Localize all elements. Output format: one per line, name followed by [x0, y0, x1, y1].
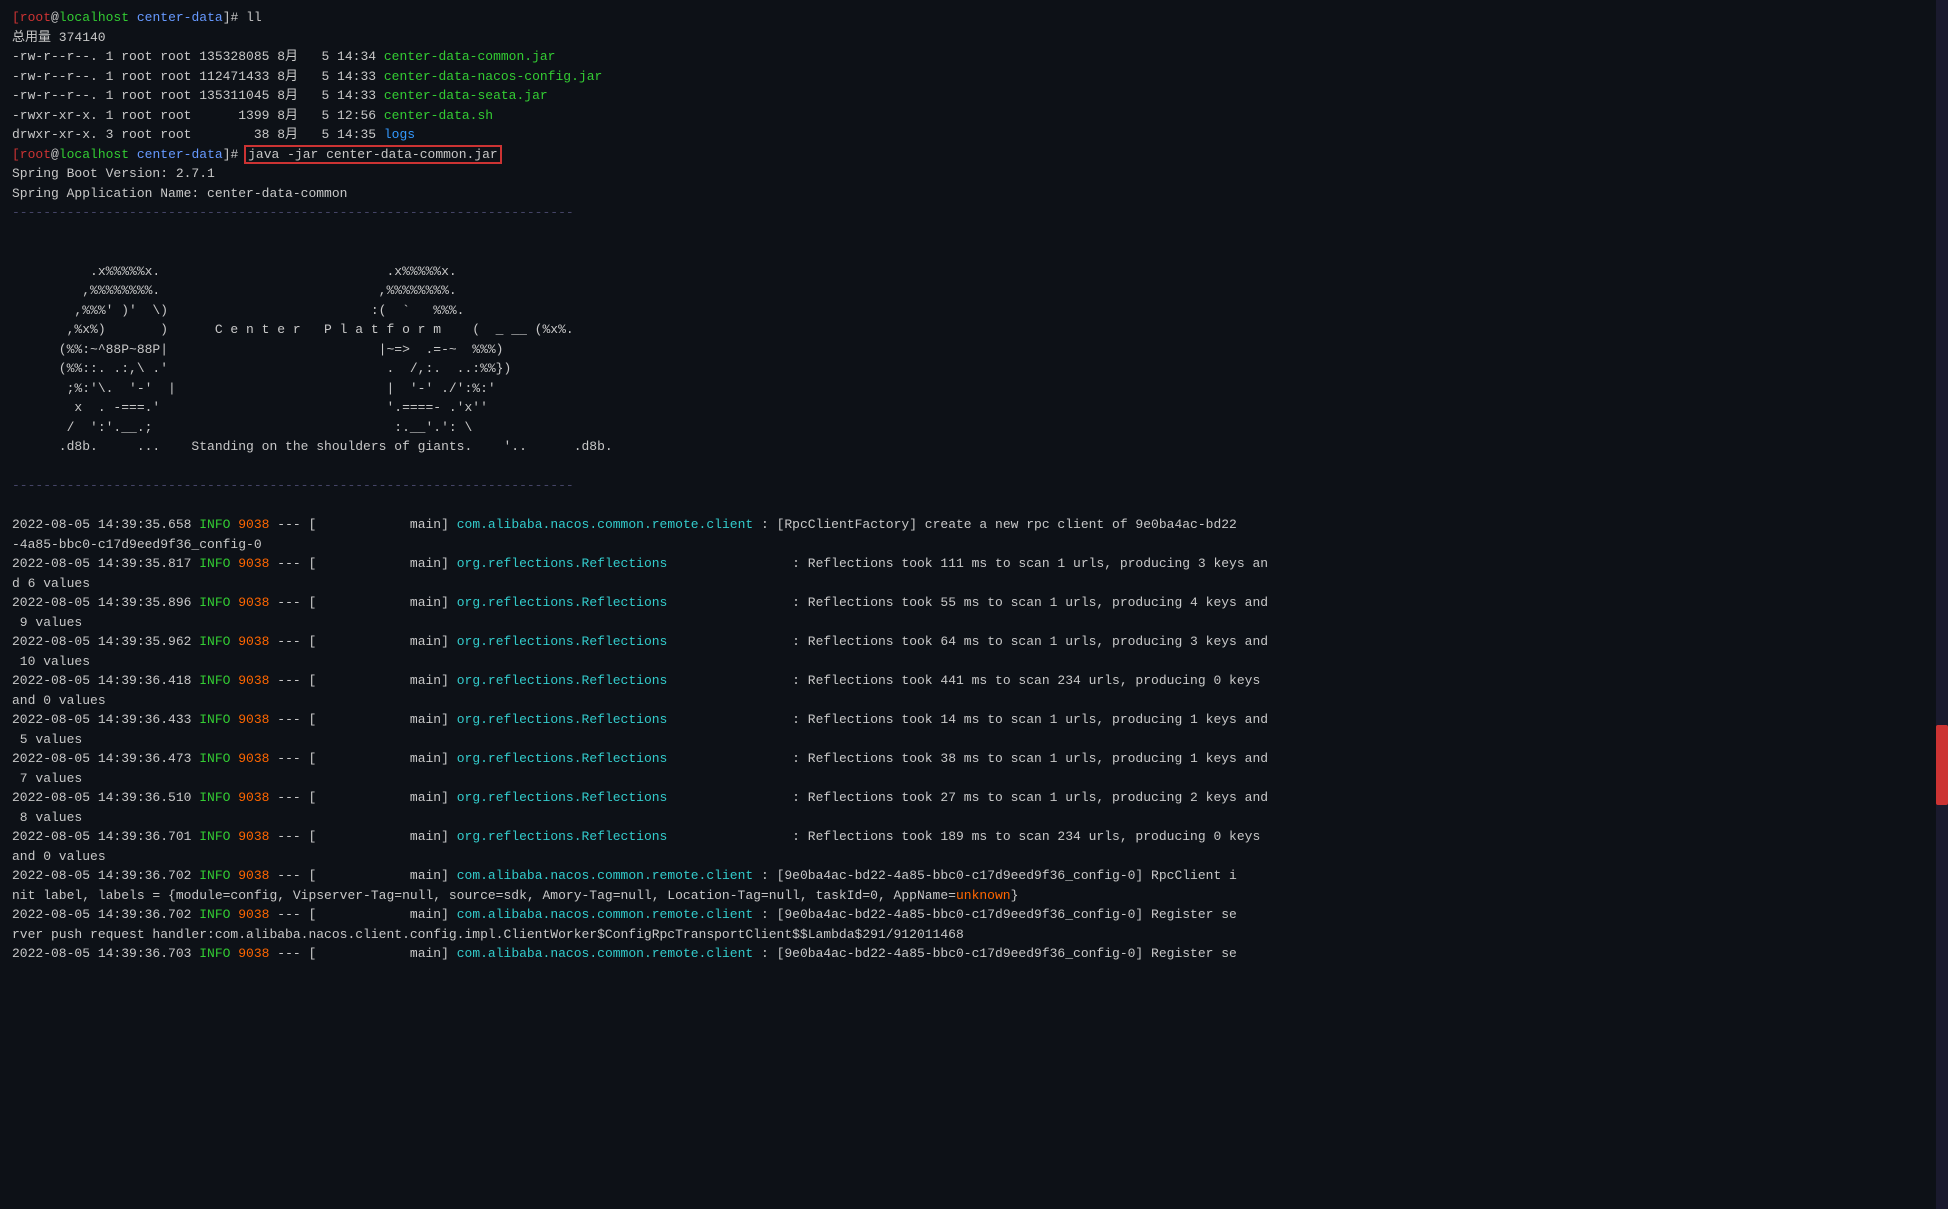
- file-jar-nacos: center-data-nacos-config.jar: [384, 69, 602, 84]
- file-line-2: -rw-r--r--. 1 root root 112471433 8月 5 1…: [12, 67, 1936, 87]
- log-line-1b: -4a85-bbc0-c17d9eed9f36_config-0: [12, 535, 1936, 555]
- prompt-root: [root: [12, 10, 51, 25]
- command-line-ll: [root@localhost center-data]# ll: [12, 8, 1936, 28]
- file-sh: center-data.sh: [384, 108, 493, 123]
- file-line-1: -rw-r--r--. 1 root root 135328085 8月 5 1…: [12, 47, 1936, 67]
- divider-2: ----------------------------------------…: [12, 476, 1936, 496]
- log-line-3b: 9 values: [12, 613, 1936, 633]
- log-line-1: 2022-08-05 14:39:35.658 INFO 9038 --- [ …: [12, 515, 1936, 535]
- log-line-4: 2022-08-05 14:39:35.962 INFO 9038 --- [ …: [12, 632, 1936, 652]
- log-line-4b: 10 values: [12, 652, 1936, 672]
- log-line-10: 2022-08-05 14:39:36.702 INFO 9038 --- [ …: [12, 866, 1936, 886]
- file-dir-logs: logs: [384, 127, 415, 142]
- ascii-line-9: / ':'.__.; :.__'.': \: [12, 418, 1936, 438]
- log-line-6: 2022-08-05 14:39:36.433 INFO 9038 --- [ …: [12, 710, 1936, 730]
- terminal-window: [root@localhost center-data]# ll 总用量 374…: [0, 0, 1948, 1209]
- log-line-12: 2022-08-05 14:39:36.703 INFO 9038 --- [ …: [12, 944, 1936, 964]
- command-line-java: [root@localhost center-data]# java -jar …: [12, 145, 1936, 165]
- log-line-8: 2022-08-05 14:39:36.510 INFO 9038 --- [ …: [12, 788, 1936, 808]
- spring-name-line: Spring Application Name: center-data-com…: [12, 184, 1936, 204]
- blank-3: [12, 457, 1936, 477]
- log-line-5: 2022-08-05 14:39:36.418 INFO 9038 --- [ …: [12, 671, 1936, 691]
- log-line-2b: d 6 values: [12, 574, 1936, 594]
- ascii-line-1: .x%%%%%x. .x%%%%%x.: [12, 262, 1936, 282]
- total-line: 总用量 374140: [12, 28, 1936, 48]
- ascii-line-2: ,%%%%%%%%. ,%%%%%%%%.: [12, 281, 1936, 301]
- ascii-line-8: x . -===.' '.====- .'x'': [12, 398, 1936, 418]
- ascii-line-6: (%%::. .:,\ .' . /,:. ..:%%}): [12, 359, 1936, 379]
- log-line-5b: and 0 values: [12, 691, 1936, 711]
- log-line-2: 2022-08-05 14:39:35.817 INFO 9038 --- [ …: [12, 554, 1936, 574]
- log-line-10b: nit label, labels = {module=config, Vips…: [12, 886, 1936, 906]
- log-line-6b: 5 values: [12, 730, 1936, 750]
- prompt-host: localhost: [59, 10, 129, 25]
- ascii-line-7: ;%:'\. '-' | | '-' ./':%:': [12, 379, 1936, 399]
- log-line-9: 2022-08-05 14:39:36.701 INFO 9038 --- [ …: [12, 827, 1936, 847]
- log-line-9b: and 0 values: [12, 847, 1936, 867]
- java-command-highlighted: java -jar center-data-common.jar: [246, 147, 500, 162]
- file-jar-common: center-data-common.jar: [384, 49, 556, 64]
- log-line-8b: 8 values: [12, 808, 1936, 828]
- blank-4: [12, 496, 1936, 516]
- file-line-4: -rwxr-xr-x. 1 root root 1399 8月 5 12:56 …: [12, 106, 1936, 126]
- log-line-7: 2022-08-05 14:39:36.473 INFO 9038 --- [ …: [12, 749, 1936, 769]
- scrollbar-thumb[interactable]: [1936, 725, 1948, 805]
- scrollbar[interactable]: [1936, 0, 1948, 1209]
- divider-1: ----------------------------------------…: [12, 203, 1936, 223]
- ascii-line-5: (%%:~^88P~88P| |~=> .=-~ %%%): [12, 340, 1936, 360]
- file-line-5: drwxr-xr-x. 3 root root 38 8月 5 14:35 lo…: [12, 125, 1936, 145]
- ascii-line-10: .d8b. ... Standing on the shoulders of g…: [12, 437, 1936, 457]
- ascii-line-3: ,%%%' )' \) :( ` %%%.: [12, 301, 1936, 321]
- log-line-11: 2022-08-05 14:39:36.702 INFO 9038 --- [ …: [12, 905, 1936, 925]
- prompt-at: @: [51, 10, 59, 25]
- blank-1: [12, 223, 1936, 243]
- prompt-bracket: ]#: [223, 10, 246, 25]
- prompt-space: [129, 10, 137, 25]
- log-line-3: 2022-08-05 14:39:35.896 INFO 9038 --- [ …: [12, 593, 1936, 613]
- log-line-11b: rver push request handler:com.alibaba.na…: [12, 925, 1936, 945]
- file-jar-seata: center-data-seata.jar: [384, 88, 548, 103]
- file-line-3: -rw-r--r--. 1 root root 135311045 8月 5 1…: [12, 86, 1936, 106]
- blank-2: [12, 242, 1936, 262]
- appname-value: unknown: [956, 888, 1011, 903]
- log-line-7b: 7 values: [12, 769, 1936, 789]
- cmd-ll: ll: [246, 10, 262, 25]
- spring-version-line: Spring Boot Version: 2.7.1: [12, 164, 1936, 184]
- prompt-path: center-data: [137, 10, 223, 25]
- ascii-line-4: ,%x%) ) C e n t e r P l a t f o r m ( _ …: [12, 320, 1936, 340]
